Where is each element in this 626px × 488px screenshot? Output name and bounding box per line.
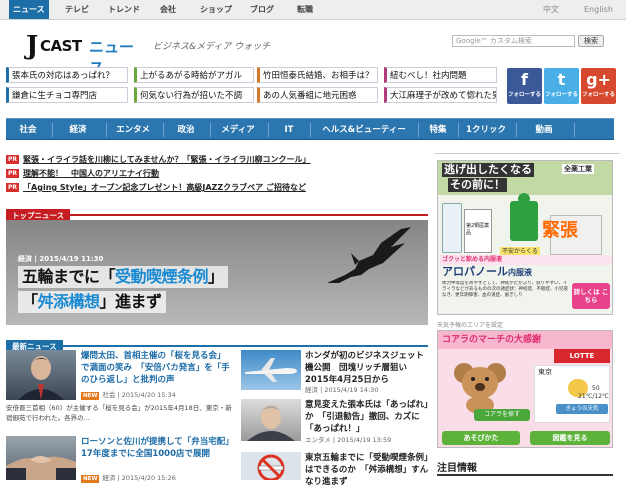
featured-info-heading: 注目情報 — [437, 463, 477, 474]
nav-one-click[interactable]: 1クリック — [460, 119, 512, 141]
top-news-header: トップニュース — [6, 203, 428, 222]
news-thumbnail[interactable] — [6, 436, 76, 480]
topic-tag[interactable]: 上がるあがる時給がアガル — [134, 67, 254, 83]
nav-politics[interactable]: 政治 — [166, 119, 206, 141]
news-title[interactable]: ホンダが初のビジネスジェット機公開 団塊リッチ層狙い2015年4月25日から — [305, 350, 430, 386]
ad2-title: コアラのマーチの大感謝 — [442, 335, 542, 345]
nav-video[interactable]: 動画 — [520, 119, 568, 141]
nav-society[interactable]: 社会 — [8, 119, 48, 141]
facebook-follow-button[interactable]: f フォローする — [507, 68, 542, 104]
news-meta: エンタメ | 2015/4/19 13:59 — [305, 436, 392, 444]
googleplus-icon: g+ — [586, 70, 611, 89]
ad-headline2: その前に！ — [448, 178, 507, 192]
category-navigation: 社会 経済 エンタメ 政治 メディア IT ヘルス&ビューティー 特集 1クリッ… — [6, 118, 614, 140]
koala-icon — [454, 363, 506, 414]
ad-drug-class: 第2類医薬品 — [466, 223, 490, 236]
news-meta: 経済 | 2015/4/19 14:30 — [305, 386, 379, 394]
advertisement-koala-march[interactable]: コアラのマーチの大感謝 LOTTE 東京 50 21℃/12℃ きょうの天気 コ… — [437, 330, 613, 448]
ad-drink-copy: ゴクッと飲める内服液 — [442, 256, 503, 263]
topnav-career[interactable]: 転職 — [297, 0, 313, 19]
ad-fineprint: 体力中等度をめやすとして、神経がたかぶり、怒りやすい、イライラなどがあるものの次… — [442, 281, 568, 298]
search-button[interactable]: 検索 — [578, 35, 604, 47]
find-koala-button[interactable]: コアラを探す — [474, 409, 530, 421]
weather-temperature: 21℃/12℃ — [578, 393, 609, 400]
pr-link[interactable]: PR 「Aging Style」オープン記念プレゼント！高級JAZZクラブペア ご… — [6, 182, 306, 194]
googleplus-follow-button[interactable]: g+ フォローする — [581, 68, 616, 104]
pr-link[interactable]: PR 理解不能！ 中国人のアリエナイ行動 — [6, 168, 159, 180]
topnav-trend[interactable]: トレンド — [108, 0, 140, 19]
facebook-icon: f — [521, 70, 528, 89]
pr-badge: PR — [6, 155, 20, 164]
topnav-company[interactable]: 会社 — [160, 0, 176, 19]
topnav-shop[interactable]: ショップ — [200, 0, 232, 19]
advertisement-aroparnol[interactable]: 逃げ出したくなる その前に！ 全薬工業 緊張 不安からくる 第2類医薬品 ゴクッ… — [437, 160, 613, 315]
nav-media[interactable]: メディア — [213, 119, 263, 141]
ad-tension-word: 緊張 — [542, 220, 578, 241]
news-meta: NEW 経済 | 2015/4/20 15:26 — [81, 474, 176, 483]
pr-link[interactable]: PR 緊張・イライラ話を川柳にしてみませんか？「緊張・イライラ川柳コンクール」 — [6, 154, 311, 166]
news-thumbnail[interactable] — [6, 350, 76, 400]
ad-details-button[interactable]: 詳しくは こちら — [572, 283, 610, 309]
twitter-icon: t — [557, 70, 566, 89]
topic-tag[interactable]: 何気ない行為が招いた不調 — [134, 87, 254, 103]
ad-brand: 全薬工業 — [562, 164, 594, 174]
news-thumbnail[interactable] — [241, 350, 301, 390]
top-navigation: ニュース テレビ トレンド 会社 ショップ ブログ 転職 中文 English — [0, 0, 626, 20]
nav-health-beauty[interactable]: ヘルス&ビューティー — [312, 119, 416, 141]
nav-entertainment[interactable]: エンタメ — [108, 119, 158, 141]
latest-news-header: 最新ニュース — [6, 334, 428, 353]
logo-j: J — [26, 31, 39, 61]
crow-image — [327, 227, 411, 283]
top-news-title-line2: 「舛添構想」進まず — [18, 291, 166, 313]
site-logo[interactable]: J CAST ニュース — [26, 31, 146, 77]
topic-tag[interactable]: 鎌倉に生チョコ専門店 — [6, 87, 128, 103]
nav-it[interactable]: IT — [271, 119, 307, 141]
todays-weather-button[interactable]: きょうの天気 — [556, 404, 608, 414]
lang-english[interactable]: English — [584, 0, 613, 19]
ad-product: アロパノール — [442, 265, 508, 278]
topic-tag[interactable]: 大江麻理子が改めて惚れた男 — [384, 87, 497, 103]
logo-cast: CAST — [40, 37, 82, 55]
weather-city: 東京 — [538, 368, 552, 376]
pr-badge: PR — [6, 169, 20, 178]
news-title[interactable]: 東京五輪までに「受動喫煙条例」はできるのか 「舛添構想」すんなり進まず — [305, 452, 430, 488]
topic-tag[interactable]: 張本氏の対応はあっぱれ？ — [6, 67, 128, 83]
topnav-news[interactable]: ニュース — [9, 0, 49, 19]
weather-rain-chance: 50 — [592, 385, 600, 392]
news-description: 安倍晋三首相（60）が主催する「桜を見る会」が2015年4月18日、東京・新宿御… — [6, 404, 232, 422]
pr-badge: PR — [6, 183, 20, 192]
ad-headline: 逃げ出したくなる — [442, 163, 534, 177]
news-title[interactable]: 爆問太田、首相主催の「桜を見る会」で満面の笑み 「安倍バカ発言」を「手のひら返し… — [81, 350, 233, 386]
topic-tag[interactable]: 紐むべし！社内問題 — [384, 67, 497, 83]
site-tagline: ビジネス&メディア ウォッチ — [153, 42, 271, 52]
news-thumbnail[interactable] — [241, 399, 301, 441]
top-news-hero[interactable]: 経済 | 2015/4/19 11:30 五輪までに「受動喫煙条例」 「舛添構想… — [6, 220, 428, 325]
news-title[interactable]: 意見変えた張本氏は「あっぱれ」か 「引退勧告」撤回、カズに「あっぱれ！」 — [305, 399, 430, 435]
news-thumbnail[interactable] — [241, 452, 301, 480]
lotte-logo: LOTTE — [554, 349, 610, 363]
view-collection-button[interactable]: 図鑑を見る — [530, 431, 610, 445]
nav-economy[interactable]: 経済 — [56, 119, 100, 141]
search-input[interactable]: Google™ カスタム検索 — [452, 35, 575, 47]
nav-feature[interactable]: 特集 — [421, 119, 455, 141]
topnav-tv[interactable]: テレビ — [65, 0, 89, 19]
news-title[interactable]: ローソンと佐川が提携して「弁当宅配」17年度までに全国1000店で展開 — [81, 436, 233, 460]
news-meta: NEW 社会 | 2015/4/20 15:34 — [81, 391, 176, 400]
weather-area-setting-link[interactable]: 天気予報のエリアを設定 — [437, 321, 613, 330]
twitter-follow-button[interactable]: t フォローする — [544, 68, 579, 104]
topic-tag[interactable]: 竹田恒泰氏結婚、お相手は？ — [257, 67, 378, 83]
top-news-title-line1: 五輪までに「受動喫煙条例」 — [18, 266, 228, 288]
topic-tag[interactable]: あの人気番組に地元困惑 — [257, 87, 378, 103]
top-news-date: 経済 | 2015/4/19 11:30 — [18, 255, 104, 263]
lang-chinese[interactable]: 中文 — [543, 0, 559, 19]
how-to-play-button[interactable]: あそびかた — [442, 431, 520, 445]
topnav-blog[interactable]: ブログ — [250, 0, 274, 19]
